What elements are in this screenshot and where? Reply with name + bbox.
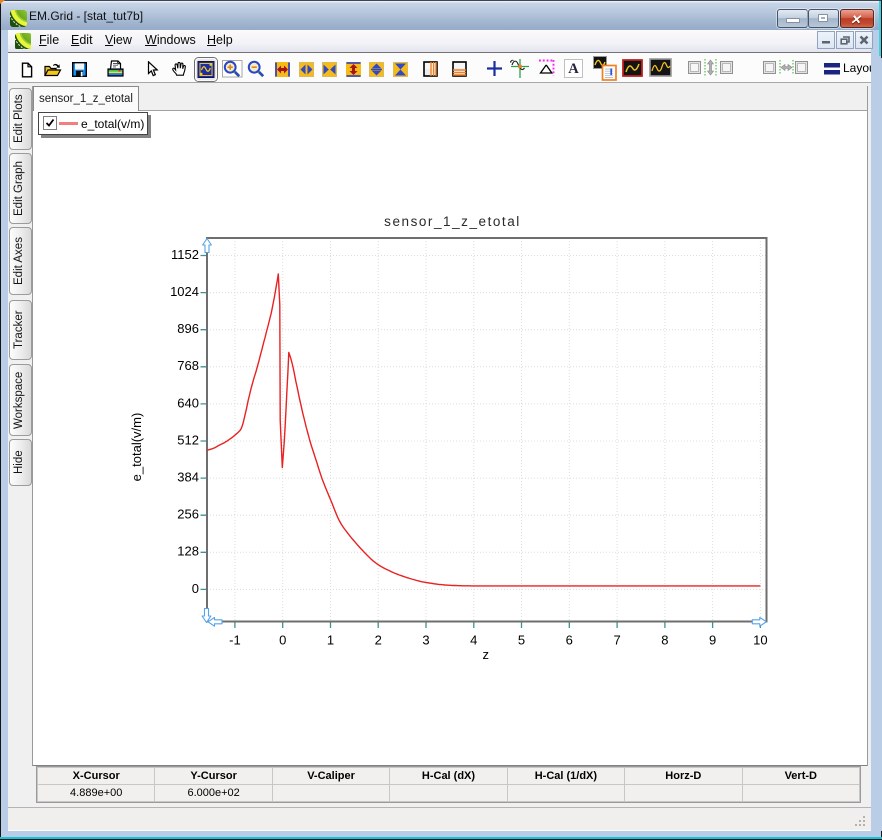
svg-text:5: 5 [518,633,525,648]
svg-text:9: 9 [709,633,716,648]
svg-text:sensor_1_z_etotal: sensor_1_z_etotal [384,214,521,229]
svg-text:-1: -1 [229,633,241,648]
svg-text:384: 384 [177,470,199,485]
svg-text:1024: 1024 [170,284,199,299]
svg-text:1152: 1152 [171,247,199,262]
svg-text:3: 3 [422,633,429,648]
svg-text:z: z [482,647,489,662]
svg-text:10: 10 [753,633,767,648]
svg-text:512: 512 [177,432,199,447]
svg-text:1: 1 [327,633,334,648]
svg-text:896: 896 [177,321,199,336]
svg-text:256: 256 [177,507,199,522]
svg-text:e_total(v/m): e_total(v/m) [130,413,144,482]
svg-text:0: 0 [279,633,286,648]
svg-text:640: 640 [177,395,199,410]
svg-text:128: 128 [177,544,199,559]
svg-text:7: 7 [613,633,620,648]
svg-text:0: 0 [192,581,199,596]
svg-text:768: 768 [177,358,199,373]
svg-text:6: 6 [566,633,573,648]
svg-text:4: 4 [470,633,477,648]
svg-text:8: 8 [661,633,668,648]
svg-text:2: 2 [375,633,382,648]
svg-text:A: A [568,61,579,77]
